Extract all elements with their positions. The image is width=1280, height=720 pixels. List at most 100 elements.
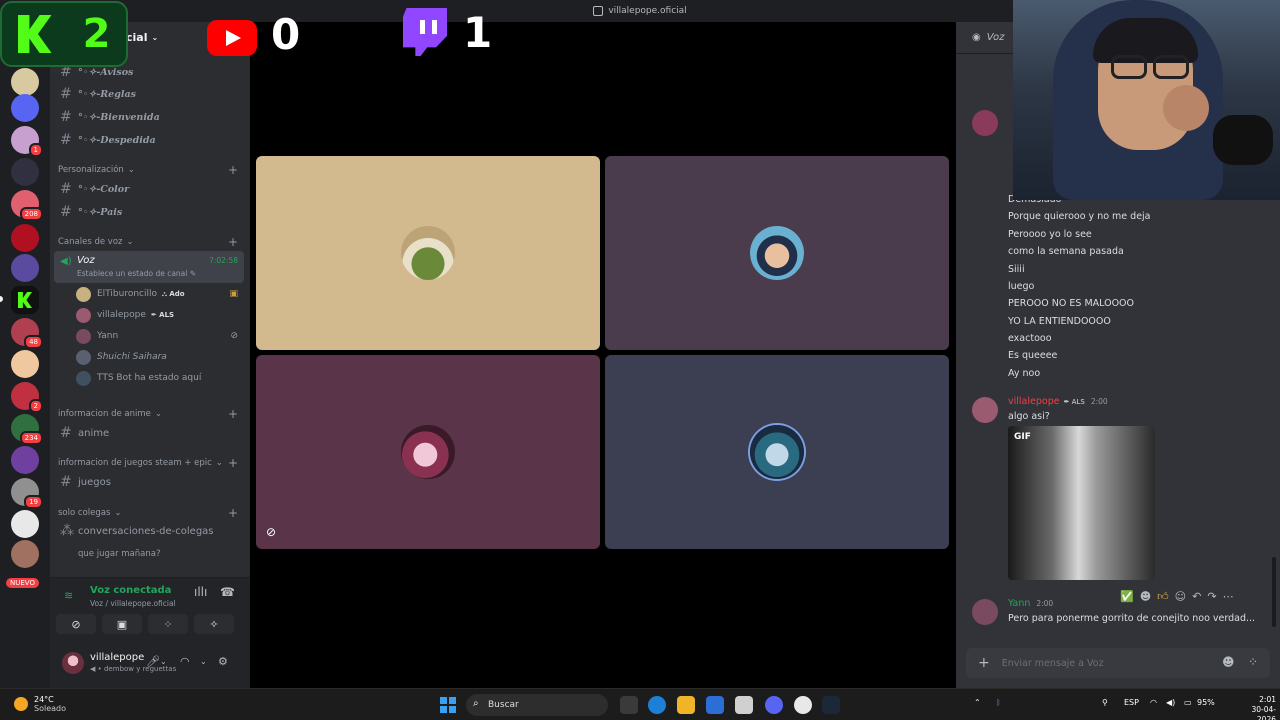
reply-icon[interactable]: ↶: [1192, 590, 1201, 603]
channel-pais[interactable]: # °◦✧-Pais: [54, 202, 244, 222]
browser-icon[interactable]: [794, 696, 812, 714]
laugh-reaction-icon[interactable]: ☻: [1140, 590, 1151, 603]
attach-plus-icon[interactable]: +: [978, 655, 990, 671]
server-icon[interactable]: 48: [11, 318, 43, 349]
message-author[interactable]: Yann 2:00: [1008, 598, 1053, 609]
server-icon[interactable]: 19: [11, 478, 43, 509]
message-input[interactable]: + Enviar mensaje a Voz ☻ ⁘: [966, 648, 1270, 678]
server-icon[interactable]: 208: [11, 190, 43, 221]
server-icon[interactable]: [11, 94, 39, 122]
channel-reglas[interactable]: # °◦✧-Reglas: [54, 84, 244, 104]
language-indicator[interactable]: ESP: [1124, 698, 1139, 707]
file-explorer-icon[interactable]: [677, 696, 695, 714]
taskbar-search[interactable]: ⌕ Buscar: [466, 694, 608, 716]
category-juegos[interactable]: informacion de juegos steam + epic ⌄ +: [58, 456, 244, 470]
more-options-icon[interactable]: ⋯: [1223, 590, 1234, 603]
server-icon[interactable]: [11, 446, 39, 474]
channel-conversaciones[interactable]: ⁂ conversaciones-de-colegas: [54, 521, 244, 541]
kick-server-icon[interactable]: [11, 286, 39, 314]
check-reaction-icon[interactable]: ✅: [1120, 590, 1134, 603]
channel-juegos[interactable]: # juegos: [54, 472, 244, 492]
steam-icon[interactable]: [822, 696, 840, 714]
channel-color[interactable]: # °◦✧-Color: [54, 179, 244, 199]
server-icon[interactable]: 234: [11, 414, 43, 445]
activities-button[interactable]: ⁘: [148, 614, 188, 634]
avatar[interactable]: [62, 652, 84, 674]
server-icon[interactable]: [11, 68, 39, 96]
add-channel-icon[interactable]: +: [228, 456, 238, 470]
channel-status[interactable]: Establece un estado de canal ✎: [77, 269, 196, 278]
category-personalizacion[interactable]: Personalización ⌄ +: [58, 163, 244, 177]
headphones-icon[interactable]: ◠: [180, 655, 190, 668]
video-off-button[interactable]: ⊘: [56, 614, 96, 634]
apps-icon[interactable]: ⁘: [1248, 655, 1258, 669]
voice-user[interactable]: ElTiburoncillo ⛬ Ado ▣: [76, 284, 244, 304]
channel-bienvenida[interactable]: # °◦✧-Bienvenida: [54, 107, 244, 127]
server-icon[interactable]: [11, 158, 39, 186]
add-channel-icon[interactable]: +: [228, 506, 238, 520]
thumbs-up-reaction-icon[interactable]: 👍︎: [1157, 590, 1169, 603]
discord-taskbar-icon[interactable]: [765, 696, 783, 714]
store-icon[interactable]: [735, 696, 753, 714]
microphone-icon[interactable]: ⚲: [1102, 698, 1108, 707]
server-icon[interactable]: [11, 510, 39, 538]
message-author[interactable]: villalepope ✒ ALS 2:00: [1008, 396, 1108, 407]
voice-channel-voz[interactable]: ◀) Voz Establece un estado de canal ✎ 7:…: [54, 251, 244, 283]
participant-tile[interactable]: [256, 156, 600, 350]
thread-item[interactable]: que jugar mañana?: [54, 544, 244, 564]
disconnect-icon[interactable]: ☎: [220, 585, 235, 599]
task-view-icon[interactable]: [620, 696, 638, 714]
participant-tile[interactable]: ⊘: [256, 355, 600, 549]
category-anime[interactable]: informacion de anime ⌄ +: [58, 407, 244, 421]
avatar[interactable]: [972, 599, 998, 625]
server-icon[interactable]: [11, 350, 39, 378]
chevron-down-icon[interactable]: ⌄: [200, 657, 207, 666]
voice-user[interactable]: TTS Bot ha estado aquí: [76, 368, 244, 388]
youtube-count: 0: [271, 10, 301, 59]
windows-start-icon[interactable]: [440, 697, 456, 713]
wifi-icon[interactable]: ◠: [1150, 698, 1157, 707]
volume-icon[interactable]: ◀): [1166, 698, 1175, 707]
noise-suppression-icon[interactable]: ıllı: [194, 585, 207, 599]
add-channel-icon[interactable]: +: [228, 407, 238, 421]
avatar[interactable]: [972, 110, 998, 136]
participant-tile[interactable]: [605, 355, 949, 549]
chat-scrollbar[interactable]: [1272, 557, 1276, 627]
weather-widget[interactable]: 24°C Soleado: [14, 695, 66, 713]
signal-icon[interactable]: ≋: [64, 589, 73, 602]
voice-user[interactable]: villalepope ✒ ALS: [76, 305, 244, 325]
voice-user-name: Yann: [97, 331, 119, 341]
message-line: exactooo: [1008, 333, 1052, 344]
server-icon[interactable]: 2: [11, 382, 43, 413]
voice-user[interactable]: Yann ⊘: [76, 326, 244, 346]
channel-anime[interactable]: # anime: [54, 423, 244, 443]
server-icon[interactable]: [11, 224, 39, 252]
add-channel-icon[interactable]: +: [228, 163, 238, 177]
forward-icon[interactable]: ↷: [1207, 590, 1216, 603]
chevron-up-icon[interactable]: ⌃: [974, 698, 981, 707]
category-colegas[interactable]: solo colegas ⌄ +: [58, 506, 244, 520]
add-channel-icon[interactable]: +: [228, 235, 238, 249]
microphone-icon[interactable]: 🎤︎: [146, 655, 160, 668]
emoji-icon[interactable]: ☻: [1222, 655, 1235, 669]
add-reaction-icon[interactable]: ☺: [1175, 590, 1186, 603]
server-icon[interactable]: [11, 254, 39, 282]
edge-icon[interactable]: [648, 696, 666, 714]
clock[interactable]: 2:01 30-04-2026: [1236, 695, 1277, 720]
screen-share-button[interactable]: ▣: [102, 614, 142, 634]
server-icon[interactable]: [11, 540, 39, 568]
server-icon[interactable]: 1: [11, 126, 43, 157]
mail-icon[interactable]: [706, 696, 724, 714]
bluetooth-icon[interactable]: ᛒ: [996, 698, 1001, 707]
soundboard-button[interactable]: ✧: [194, 614, 234, 634]
avatar[interactable]: [972, 397, 998, 423]
gear-icon[interactable]: ⚙: [218, 655, 228, 668]
participant-tile[interactable]: [605, 156, 949, 350]
channel-despedida[interactable]: # °◦✧-Despedida: [54, 130, 244, 150]
voice-user[interactable]: Shuichi Saihara: [76, 347, 244, 367]
battery-icon[interactable]: ▭: [1184, 698, 1192, 707]
category-voz[interactable]: Canales de voz ⌄ +: [58, 235, 244, 249]
gif-embed[interactable]: GIF: [1008, 426, 1155, 580]
message-line: Porque quierooo y no me deja: [1008, 211, 1151, 222]
chevron-down-icon[interactable]: ⌄: [160, 657, 167, 666]
